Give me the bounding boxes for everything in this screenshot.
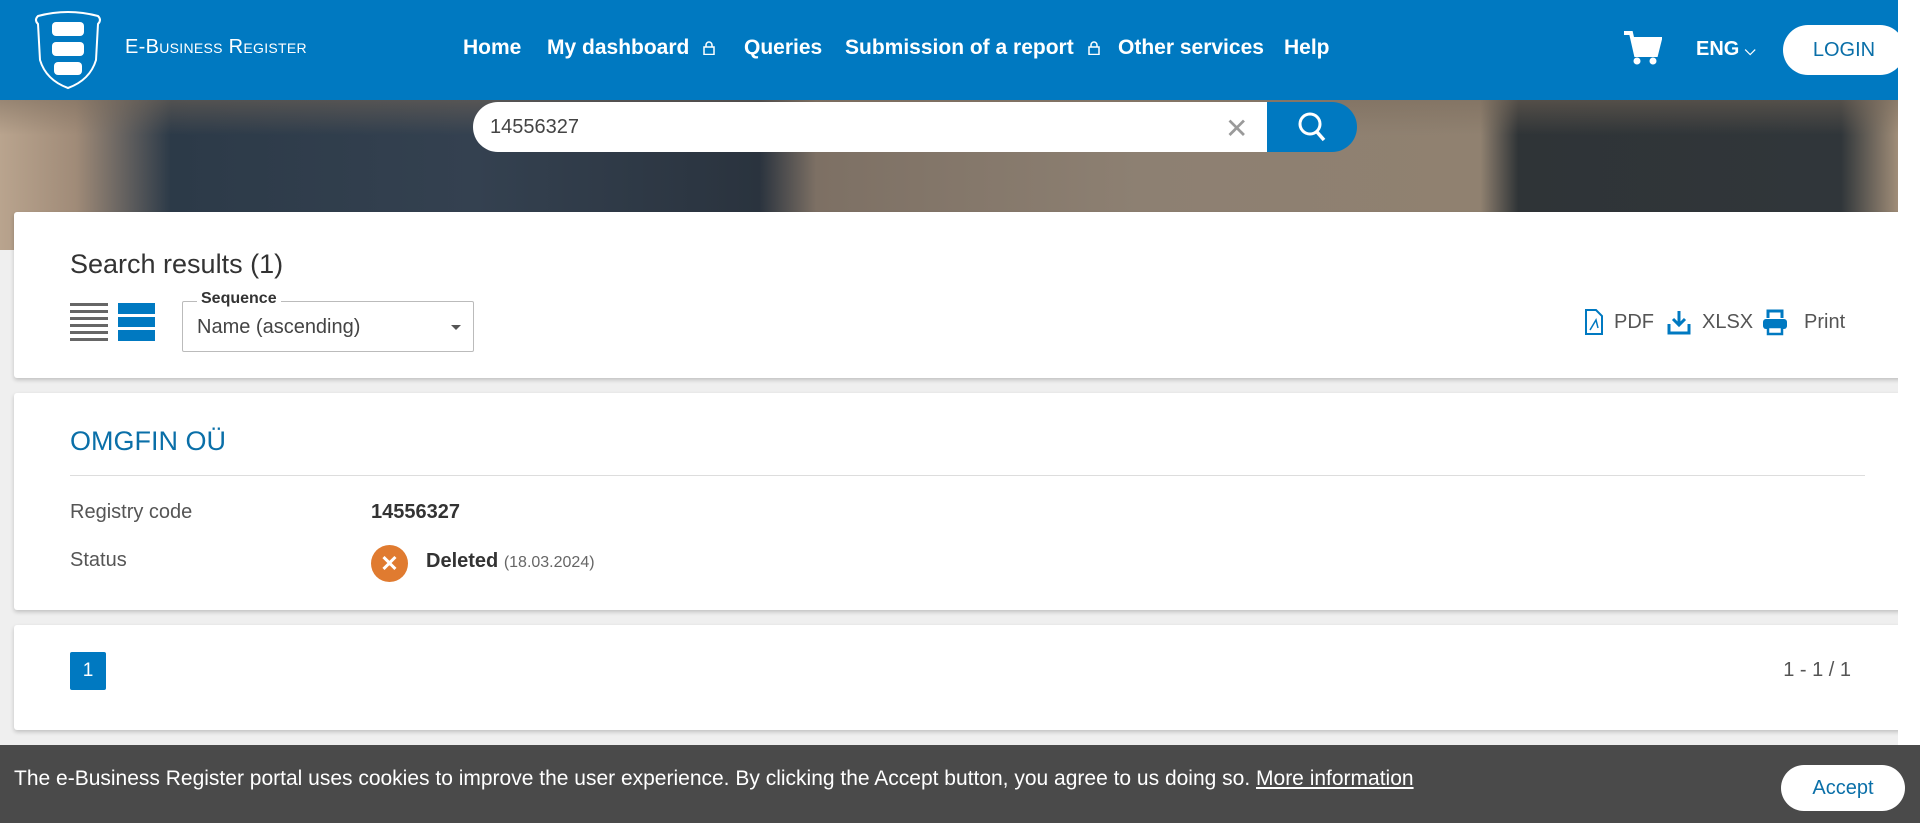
nav-my-dashboard[interactable]: My dashboard bbox=[547, 36, 716, 60]
cookie-text: The e-Business Register portal uses cook… bbox=[14, 767, 1251, 790]
search-bar: ✕ bbox=[473, 102, 1357, 152]
language-selector[interactable]: ENG ⌵ bbox=[1696, 38, 1756, 61]
nav-label: Submission of a report bbox=[845, 36, 1074, 59]
nav-home[interactable]: Home bbox=[463, 36, 521, 60]
nav-label: My dashboard bbox=[547, 36, 690, 59]
nav-queries[interactable]: Queries bbox=[744, 36, 822, 60]
page-1-button[interactable]: 1 bbox=[70, 652, 106, 690]
download-icon bbox=[1667, 311, 1691, 335]
status-text: Deleted bbox=[426, 550, 499, 572]
registry-code-label: Registry code bbox=[70, 501, 193, 523]
page: E-Business Register Home My dashboard Qu… bbox=[0, 0, 1898, 823]
nav-label: Home bbox=[463, 36, 522, 59]
header: E-Business Register Home My dashboard Qu… bbox=[0, 0, 1898, 100]
search-icon bbox=[1298, 112, 1326, 142]
printer-icon bbox=[1763, 309, 1787, 336]
sequence-label: Sequence bbox=[197, 290, 281, 308]
compact-list-view-icon[interactable] bbox=[70, 303, 108, 341]
caret-down-icon bbox=[451, 325, 461, 335]
export-xlsx-button[interactable]: XLSX bbox=[1664, 308, 1753, 336]
chevron-down-icon: ⌵ bbox=[1744, 42, 1756, 58]
nav-submission-of-a-report[interactable]: Submission of a report bbox=[845, 36, 1100, 60]
status-value: Deleted (18.03.2024) bbox=[426, 550, 595, 573]
cart-icon[interactable] bbox=[1622, 28, 1662, 68]
language-label: ENG bbox=[1696, 38, 1740, 60]
lock-icon bbox=[703, 41, 716, 55]
clear-icon[interactable]: ✕ bbox=[1225, 112, 1248, 145]
nav-label: Other services bbox=[1118, 36, 1264, 59]
view-toggle bbox=[70, 303, 155, 341]
cookie-banner: The e-Business Register portal uses cook… bbox=[0, 745, 1920, 823]
pagination-card: 1 1 - 1 / 1 bbox=[14, 625, 1898, 730]
status-label: Status bbox=[70, 549, 127, 571]
status-date: (18.03.2024) bbox=[503, 554, 595, 571]
nav-label: Help bbox=[1284, 36, 1330, 59]
accept-cookies-button[interactable]: Accept bbox=[1781, 765, 1905, 811]
login-button[interactable]: LOGIN bbox=[1783, 25, 1898, 75]
nav-other-services[interactable]: Other services bbox=[1118, 36, 1264, 60]
registry-code-value: 14556327 bbox=[371, 501, 460, 523]
cookie-message: The e-Business Register portal uses cook… bbox=[14, 767, 1414, 791]
nav-help[interactable]: Help bbox=[1284, 36, 1330, 60]
card-list-view-icon[interactable] bbox=[118, 303, 155, 341]
pdf-label: PDF bbox=[1614, 310, 1654, 333]
deleted-status-icon: ✕ bbox=[371, 545, 408, 582]
pdf-icon bbox=[1585, 309, 1603, 335]
brand-title[interactable]: E-Business Register bbox=[125, 36, 307, 59]
results-title: Search results (1) bbox=[70, 249, 284, 279]
lock-icon bbox=[1087, 41, 1100, 55]
company-name-link[interactable]: OMGFIN OÜ bbox=[70, 426, 226, 457]
print-button[interactable]: Print bbox=[1760, 308, 1845, 336]
xlsx-label: XLSX bbox=[1702, 310, 1754, 333]
result-range: 1 - 1 / 1 bbox=[1783, 659, 1851, 681]
result-card: OMGFIN OÜ Registry code 14556327 Status … bbox=[14, 393, 1898, 610]
search-input[interactable] bbox=[473, 102, 1273, 152]
more-information-link[interactable]: More information bbox=[1256, 767, 1414, 790]
divider bbox=[70, 475, 1865, 476]
sequence-value: Name (ascending) bbox=[197, 316, 361, 338]
sequence-select[interactable]: Sequence Name (ascending) bbox=[182, 290, 474, 352]
results-toolbar-card: Search results (1) Sequence Name (ascend… bbox=[14, 212, 1898, 378]
export-pdf-button[interactable]: PDF bbox=[1578, 308, 1654, 336]
search-button[interactable] bbox=[1267, 102, 1357, 152]
print-label: Print bbox=[1804, 310, 1846, 333]
estonian-coat-of-arms-logo[interactable] bbox=[30, 10, 106, 90]
nav-label: Queries bbox=[744, 36, 823, 59]
